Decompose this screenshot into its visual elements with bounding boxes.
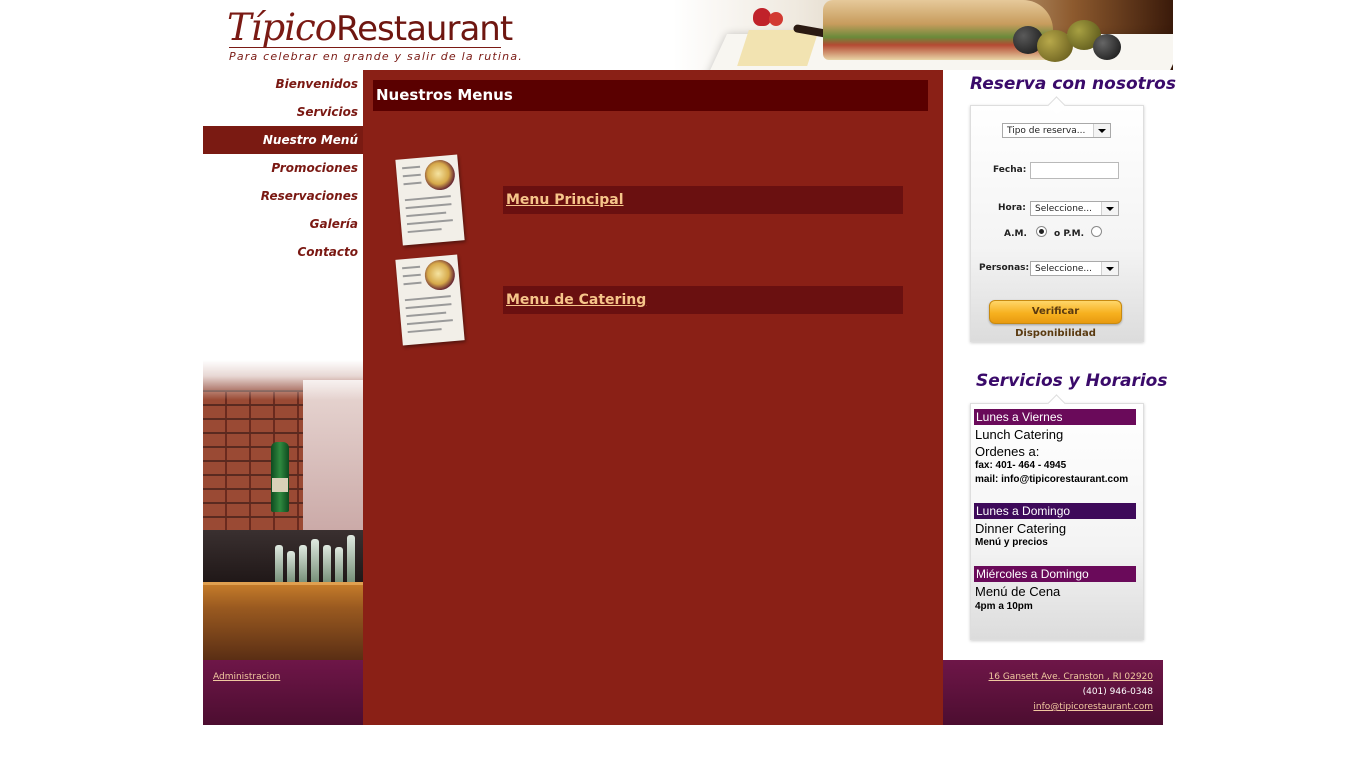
panel-notch bbox=[1047, 96, 1066, 115]
nav-item-reservaciones[interactable]: Reservaciones bbox=[203, 182, 363, 210]
menu-thumbnail[interactable] bbox=[393, 153, 473, 248]
left-column: Bienvenidos Servicios Nuestro Menú Promo… bbox=[203, 70, 363, 660]
hora-select[interactable]: Seleccione... bbox=[1030, 201, 1119, 216]
main-content: Nuestros Menus Menu Principal Menu de Ca… bbox=[363, 70, 943, 725]
bar-counter bbox=[203, 585, 363, 660]
chevron-down-icon bbox=[1101, 262, 1118, 275]
right-footer: 16 Gansett Ave. Cranston , RI 02920 (401… bbox=[943, 660, 1163, 725]
page: TípicoRestaurant Para celebrar en grande… bbox=[203, 0, 1176, 725]
menu-entry: Menu de Catering bbox=[393, 253, 943, 348]
personas-value: Seleccione... bbox=[1035, 264, 1093, 274]
logo-rule bbox=[229, 47, 501, 48]
schedule-band: Lunes a Domingo bbox=[974, 503, 1136, 519]
right-column: Reserva con nosotros Tipo de reserva... … bbox=[943, 70, 1176, 660]
reserve-type-value: Tipo de reserva... bbox=[1007, 126, 1086, 136]
services-heading: Servicios y Horarios bbox=[976, 371, 1168, 391]
logo-wordmark: TípicoRestaurant bbox=[227, 6, 513, 49]
email-link[interactable]: info@tipicorestaurant.com bbox=[1033, 702, 1153, 712]
site-logo[interactable]: TípicoRestaurant Para celebrar en grande… bbox=[227, 4, 522, 64]
menu-catering-link[interactable]: Menu de Catering bbox=[506, 292, 646, 308]
service-fax: fax: 401- 464 - 4945 bbox=[975, 460, 1067, 471]
service-name: Menú de Cena bbox=[975, 584, 1061, 599]
dish-image bbox=[423, 258, 457, 292]
menu-thumbnail[interactable] bbox=[393, 253, 473, 348]
dish-image bbox=[423, 158, 457, 192]
bottle-shape bbox=[299, 545, 307, 585]
nav-item-galeria[interactable]: Galería bbox=[203, 210, 363, 238]
nav-item-contacto[interactable]: Contacto bbox=[203, 238, 363, 266]
bottle-shape bbox=[311, 539, 319, 585]
header-food-photo bbox=[673, 0, 1173, 70]
service-mail: mail: info@tipicorestaurant.com bbox=[975, 474, 1129, 485]
left-footer: Administracion bbox=[203, 660, 363, 725]
page-title: Nuestros Menus bbox=[373, 80, 928, 111]
menu-link-bar: Menu Principal bbox=[503, 186, 903, 214]
cheesecake-shape bbox=[737, 30, 819, 66]
personas-select[interactable]: Seleccione... bbox=[1030, 261, 1119, 276]
menu-principal-link[interactable]: Menu Principal bbox=[506, 192, 624, 208]
hora-label: Hora: bbox=[998, 203, 1026, 213]
am-label: A.M. bbox=[1004, 229, 1027, 239]
menu-link-bar: Menu de Catering bbox=[503, 286, 903, 314]
bottle-label bbox=[272, 478, 288, 492]
pm-label: o P.M. bbox=[1054, 229, 1085, 239]
chevron-down-icon bbox=[1093, 124, 1110, 137]
admin-link[interactable]: Administracion bbox=[213, 672, 280, 682]
service-line: Menú y precios bbox=[975, 537, 1048, 548]
menu-paper-icon bbox=[395, 254, 465, 346]
nav-item-promociones[interactable]: Promociones bbox=[203, 154, 363, 182]
logo-brand-main: Restaurant bbox=[336, 9, 513, 49]
hora-value: Seleccione... bbox=[1035, 204, 1093, 214]
phone-number: (401) 946-0348 bbox=[1082, 687, 1153, 697]
logo-tagline: Para celebrar en grande y salir de la ru… bbox=[229, 50, 523, 63]
menu-paper-icon bbox=[395, 154, 465, 246]
olive-shape bbox=[1093, 34, 1121, 60]
bottle-shape bbox=[287, 551, 295, 585]
service-line: Ordenes a: bbox=[975, 444, 1040, 459]
fecha-input[interactable] bbox=[1030, 162, 1119, 179]
service-hours: 4pm a 10pm bbox=[975, 601, 1033, 612]
nav-item-servicios[interactable]: Servicios bbox=[203, 98, 363, 126]
schedule-band: Lunes a Viernes bbox=[974, 409, 1136, 425]
am-radio[interactable] bbox=[1036, 226, 1047, 237]
reserve-type-select[interactable]: Tipo de reserva... bbox=[1002, 123, 1111, 138]
back-wall bbox=[303, 380, 363, 540]
reserve-panel: Tipo de reserva... Fecha: Hora: Seleccio… bbox=[970, 96, 1144, 342]
brick-wall bbox=[203, 390, 313, 530]
menu-entry: Menu Principal bbox=[393, 153, 943, 248]
service-name: Lunch Catering bbox=[975, 427, 1064, 442]
header: TípicoRestaurant Para celebrar en grande… bbox=[203, 0, 1173, 70]
bar-photo bbox=[203, 360, 363, 660]
fecha-label: Fecha: bbox=[993, 165, 1027, 175]
bottle-shape bbox=[275, 545, 283, 585]
services-panel: Lunes a Viernes Lunch Catering Ordenes a… bbox=[970, 394, 1144, 640]
pm-radio[interactable] bbox=[1091, 226, 1102, 237]
strawberry-shape bbox=[769, 12, 783, 26]
bottle-shape bbox=[347, 535, 355, 585]
verify-availability-button[interactable]: Verificar Disponibilidad bbox=[989, 300, 1122, 339]
address-link[interactable]: 16 Gansett Ave. Cranston , RI 02920 bbox=[989, 672, 1153, 682]
nav-item-nuestro-menu[interactable]: Nuestro Menú bbox=[203, 126, 363, 154]
beer-bottle-sign bbox=[271, 442, 289, 512]
reserve-heading: Reserva con nosotros bbox=[970, 74, 1176, 94]
bottle-shape bbox=[323, 545, 331, 585]
photo-fade bbox=[203, 360, 363, 400]
chevron-down-icon bbox=[1101, 202, 1118, 215]
logo-brand-italic: Típico bbox=[227, 6, 337, 49]
schedule-band: Miércoles a Domingo bbox=[974, 566, 1136, 582]
personas-label: Personas: bbox=[979, 263, 1030, 273]
bottle-shape bbox=[335, 547, 343, 585]
nav-item-bienvenidos[interactable]: Bienvenidos bbox=[203, 70, 363, 98]
main-nav: Bienvenidos Servicios Nuestro Menú Promo… bbox=[203, 70, 363, 266]
service-name: Dinner Catering bbox=[975, 521, 1067, 536]
